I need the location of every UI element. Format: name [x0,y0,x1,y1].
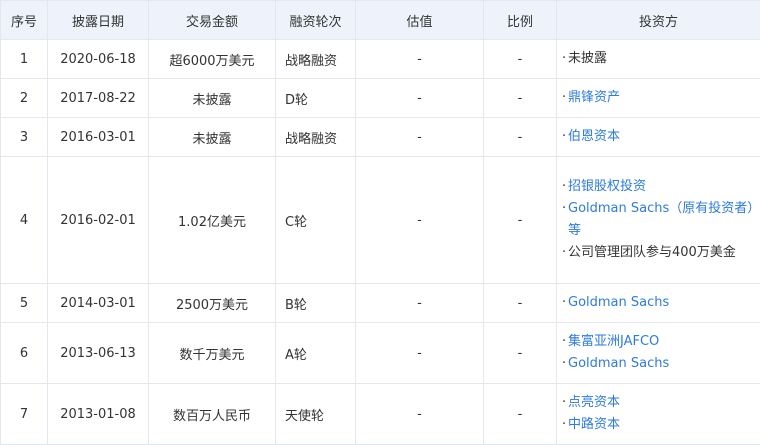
investor-item[interactable]: · 伯恩资本 [562,126,756,148]
table-row: 2 2017-08-22 未披露 D轮 - - · 鼎锋资产 [0,78,760,118]
cell-amount: 超6000万美元 [148,39,276,79]
cell-seq: 7 [0,383,48,445]
financing-history-table: 序号 披露日期 交易金额 融资轮次 估值 比例 投资方 1 2020-06-18 超… [0,0,760,445]
cell-seq: 2 [0,78,48,118]
investor-item[interactable]: · Goldman Sachs（原有投资者）等 [562,198,756,242]
cell-amount: 未披露 [148,117,276,157]
cell-valuation: - [355,39,484,79]
cell-investors: · 未披露 [556,39,760,79]
header-date: 披露日期 [47,0,149,40]
table-row: 7 2013-01-08 数百万人民币 天使轮 - - · 点亮资本 · 中路资本 [0,383,760,445]
header-investors: 投资方 [556,0,760,40]
investor-link[interactable]: 中路资本 [568,414,620,436]
investor-item[interactable]: · Goldman Sachs [562,353,756,375]
header-seq: 序号 [0,0,48,40]
cell-investors: · 点亮资本 · 中路资本 [556,383,760,445]
investor-list: · 伯恩资本 [562,126,756,148]
cell-valuation: - [355,383,484,445]
investor-list: · 招银股权投资 · Goldman Sachs（原有投资者）等 · 公司管理团队参与40… [562,176,756,264]
cell-investors: · 鼎锋资产 [556,78,760,118]
cell-investors: · 伯恩资本 [556,117,760,157]
header-round: 融资轮次 [275,0,356,40]
investor-list: · 未披露 [562,48,756,70]
investor-list: · 点亮资本 · 中路资本 [562,392,756,436]
cell-amount: 数千万美元 [148,322,276,384]
cell-round: C轮 [275,156,356,284]
cell-seq: 4 [0,156,48,284]
cell-date: 2016-02-01 [47,156,149,284]
cell-ratio: - [483,117,557,157]
investor-link[interactable]: Goldman Sachs（原有投资者）等 [568,198,756,242]
investor-link[interactable]: 集富亚洲JAFCO [568,331,659,353]
cell-seq: 6 [0,322,48,384]
cell-seq: 3 [0,117,48,157]
cell-round: 天使轮 [275,383,356,445]
table-body: 1 2020-06-18 超6000万美元 战略融资 - - · 未披露 2 2017-08-22… [0,39,760,445]
header-amount: 交易金额 [148,0,276,40]
cell-valuation: - [355,322,484,384]
investor-link[interactable]: Goldman Sachs [568,353,669,375]
cell-round: 战略融资 [275,39,356,79]
cell-ratio: - [483,78,557,118]
cell-ratio: - [483,322,557,384]
header-valuation: 估值 [355,0,484,40]
cell-seq: 1 [0,39,48,79]
cell-date: 2013-06-13 [47,322,149,384]
cell-valuation: - [355,117,484,157]
investor-item: · 未披露 [562,48,756,70]
investor-item[interactable]: · Goldman Sachs [562,292,756,314]
investor-item[interactable]: · 鼎锋资产 [562,87,756,109]
cell-valuation: - [355,283,484,323]
cell-date: 2020-06-18 [47,39,149,79]
investor-item[interactable]: · 集富亚洲JAFCO [562,331,756,353]
cell-ratio: - [483,383,557,445]
cell-investors: · 招银股权投资 · Goldman Sachs（原有投资者）等 · 公司管理团队参与40… [556,156,760,284]
cell-amount: 数百万人民币 [148,383,276,445]
cell-seq: 5 [0,283,48,323]
investor-list: · 鼎锋资产 [562,87,756,109]
cell-investors: · Goldman Sachs [556,283,760,323]
investor-link[interactable]: 伯恩资本 [568,126,620,148]
cell-amount: 2500万美元 [148,283,276,323]
table-row: 6 2013-06-13 数千万美元 A轮 - - · 集富亚洲JAFCO · Goldman S… [0,322,760,384]
cell-amount: 未披露 [148,78,276,118]
investor-text: 公司管理团队参与400万美金 [568,245,736,260]
cell-valuation: - [355,156,484,284]
investor-link[interactable]: 鼎锋资产 [568,87,620,109]
cell-ratio: - [483,283,557,323]
table-row: 4 2016-02-01 1.02亿美元 C轮 - - · 招银股权投资 · Goldman Sa… [0,156,760,284]
cell-round: D轮 [275,78,356,118]
table-row: 3 2016-03-01 未披露 战略融资 - - · 伯恩资本 [0,117,760,157]
cell-ratio: - [483,156,557,284]
cell-date: 2016-03-01 [47,117,149,157]
investor-link[interactable]: 招银股权投资 [568,176,646,198]
cell-date: 2017-08-22 [47,78,149,118]
investor-item[interactable]: · 中路资本 [562,414,756,436]
cell-round: A轮 [275,322,356,384]
investor-item[interactable]: · 招银股权投资 [562,176,756,198]
investor-list: · 集富亚洲JAFCO · Goldman Sachs [562,331,756,375]
cell-date: 2014-03-01 [47,283,149,323]
investor-item: · 公司管理团队参与400万美金 [562,242,756,264]
table-row: 5 2014-03-01 2500万美元 B轮 - - · Goldman Sachs [0,283,760,323]
cell-date: 2013-01-08 [47,383,149,445]
investor-link[interactable]: 点亮资本 [568,392,620,414]
cell-round: 战略融资 [275,117,356,157]
cell-amount: 1.02亿美元 [148,156,276,284]
cell-round: B轮 [275,283,356,323]
cell-valuation: - [355,78,484,118]
investor-text: 未披露 [568,51,608,66]
investor-list: · Goldman Sachs [562,292,756,314]
investor-item[interactable]: · 点亮资本 [562,392,756,414]
table-header-row: 序号 披露日期 交易金额 融资轮次 估值 比例 投资方 [0,0,760,40]
header-ratio: 比例 [483,0,557,40]
investor-link[interactable]: Goldman Sachs [568,292,669,314]
table-row: 1 2020-06-18 超6000万美元 战略融资 - - · 未披露 [0,39,760,79]
cell-ratio: - [483,39,557,79]
cell-investors: · 集富亚洲JAFCO · Goldman Sachs [556,322,760,384]
